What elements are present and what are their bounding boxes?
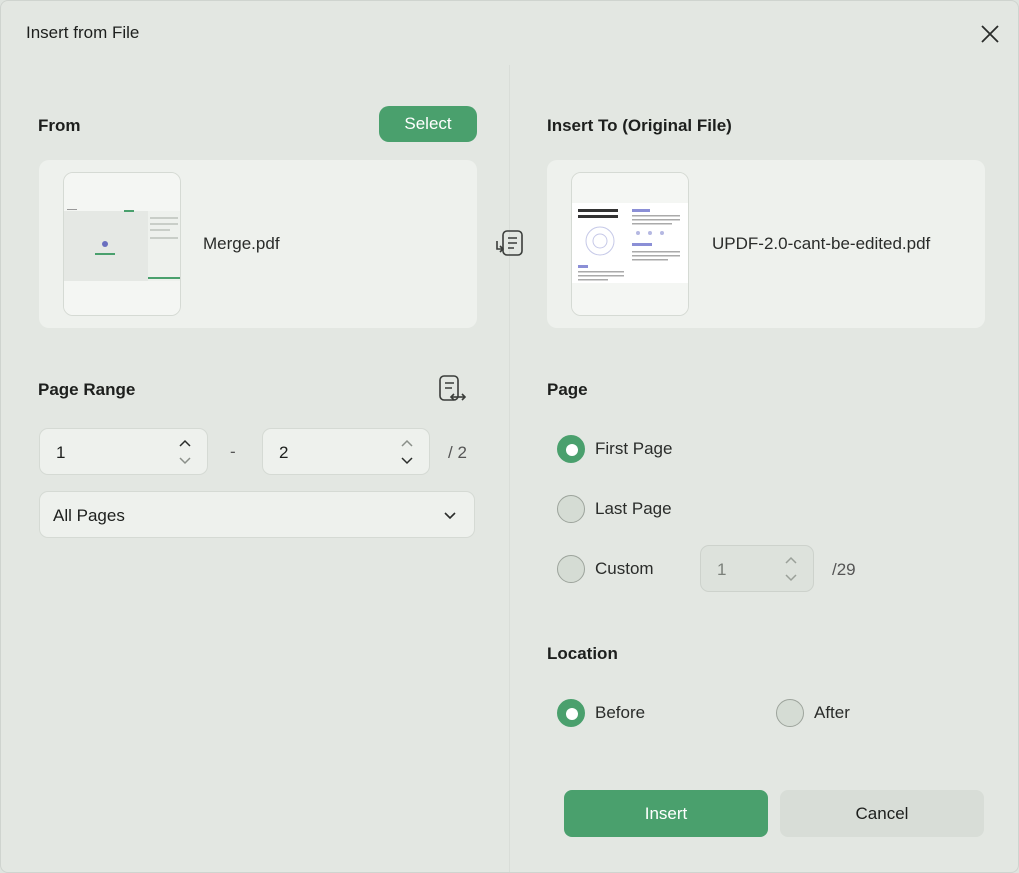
chevron-down-icon <box>442 507 458 523</box>
radio-custom-page[interactable]: Custom <box>557 555 654 583</box>
insert-to-label: Insert To (Original File) <box>547 116 732 136</box>
insert-to-file-thumbnail <box>571 172 689 316</box>
page-subset-dropdown[interactable]: All Pages <box>39 491 475 538</box>
insert-from-file-dialog: Insert from File From Select <box>0 0 1019 873</box>
from-file-name: Merge.pdf <box>203 234 280 254</box>
range-end-value: 2 <box>279 443 288 463</box>
close-button[interactable] <box>973 17 1007 51</box>
radio-first-page-label: First Page <box>595 439 672 459</box>
custom-page-value: 1 <box>717 560 726 580</box>
radio-after[interactable]: After <box>776 699 850 727</box>
dialog-title: Insert from File <box>26 23 139 43</box>
radio-selected-icon <box>557 699 585 727</box>
range-end-stepper[interactable]: 2 <box>262 428 430 475</box>
swap-icon[interactable] <box>494 227 526 261</box>
range-total: / 2 <box>448 443 467 463</box>
stepper-arrows-icon[interactable] <box>177 437 193 467</box>
from-label: From <box>38 116 81 136</box>
from-file-thumbnail <box>63 172 181 316</box>
page-range-label: Page Range <box>38 380 135 400</box>
from-file-card: Merge.pdf <box>39 160 477 328</box>
cancel-button[interactable]: Cancel <box>780 790 984 837</box>
custom-page-total: /29 <box>832 560 856 580</box>
range-separator: - <box>230 442 236 462</box>
radio-after-label: After <box>814 703 850 723</box>
radio-unselected-icon <box>557 495 585 523</box>
radio-unselected-icon <box>557 555 585 583</box>
radio-custom-page-label: Custom <box>595 559 654 579</box>
insert-to-file-card: UPDF-2.0-cant-be-edited.pdf <box>547 160 985 328</box>
column-divider <box>509 65 510 873</box>
radio-before[interactable]: Before <box>557 699 645 727</box>
title-bar: Insert from File <box>1 1 1018 65</box>
select-file-button[interactable]: Select <box>379 106 477 142</box>
radio-unselected-icon <box>776 699 804 727</box>
insert-button[interactable]: Insert <box>564 790 768 837</box>
range-start-stepper[interactable]: 1 <box>39 428 208 475</box>
custom-page-stepper[interactable]: 1 <box>700 545 814 592</box>
radio-last-page[interactable]: Last Page <box>557 495 672 523</box>
radio-first-page[interactable]: First Page <box>557 435 672 463</box>
stepper-arrows-icon[interactable] <box>399 437 415 467</box>
radio-before-label: Before <box>595 703 645 723</box>
close-icon <box>980 24 1000 44</box>
reverse-range-icon[interactable] <box>437 373 469 405</box>
radio-selected-icon <box>557 435 585 463</box>
stepper-arrows-icon[interactable] <box>783 554 799 584</box>
insert-to-file-name: UPDF-2.0-cant-be-edited.pdf <box>712 234 930 254</box>
range-start-value: 1 <box>56 443 65 463</box>
location-label: Location <box>547 644 618 664</box>
radio-last-page-label: Last Page <box>595 499 672 519</box>
page-label: Page <box>547 380 588 400</box>
page-subset-value: All Pages <box>53 506 125 526</box>
